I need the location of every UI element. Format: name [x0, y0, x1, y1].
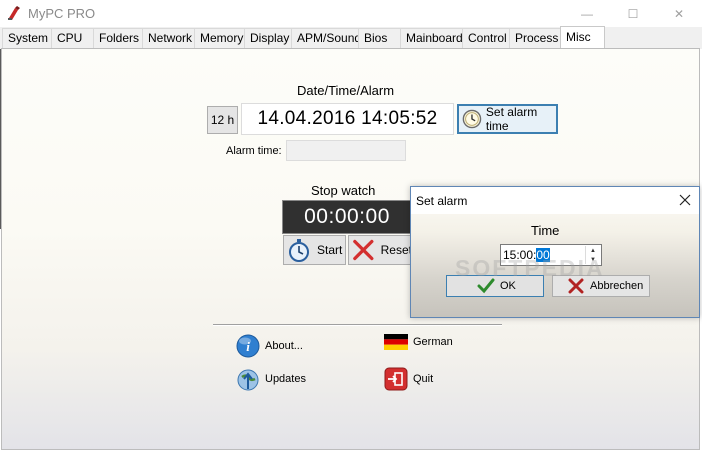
- divider: [213, 324, 502, 326]
- tab-strip: System CPU Folders Network Memory Displa…: [0, 26, 702, 49]
- stopwatch-heading: Stop watch: [311, 183, 376, 198]
- cancel-button[interactable]: Abbrechen: [552, 275, 650, 297]
- start-button[interactable]: Start: [283, 235, 346, 265]
- alarm-time-field: [286, 140, 406, 161]
- reset-label: Reset: [380, 243, 412, 257]
- checkmark-icon: [477, 278, 495, 294]
- set-alarm-button[interactable]: Set alarm time: [457, 104, 558, 134]
- minimize-icon: —: [581, 6, 593, 21]
- updates-label: Updates: [265, 373, 306, 385]
- dialog-title-bar: Set alarm: [411, 187, 699, 214]
- title-bar: MyPC PRO — ☐ ✕: [0, 0, 702, 27]
- dialog-close-icon[interactable]: [677, 192, 693, 208]
- stopwatch-icon: [289, 239, 309, 262]
- svg-text:i: i: [246, 339, 250, 354]
- clock-display: 14.04.2016 14:05:52: [241, 103, 454, 135]
- start-label: Start: [317, 243, 343, 257]
- reset-x-icon: [353, 239, 374, 261]
- minimize-button[interactable]: —: [564, 0, 610, 27]
- time-label: Time: [531, 223, 560, 238]
- tab-process[interactable]: Process: [509, 28, 561, 49]
- cancel-x-icon: [568, 278, 584, 294]
- close-button[interactable]: ✕: [656, 0, 702, 27]
- quit-label: Quit: [413, 373, 434, 385]
- app-icon: [8, 6, 20, 20]
- tab-bios[interactable]: Bios: [358, 28, 401, 49]
- set-alarm-dialog: Set alarm Time 15:00: 00 ▲ ▼ OK Abbrechen…: [410, 186, 700, 318]
- set-alarm-label: Set alarm time: [485, 105, 538, 133]
- updates-link[interactable]: Updates: [236, 367, 306, 391]
- language-label: German: [413, 336, 453, 348]
- ok-button[interactable]: OK: [446, 275, 544, 297]
- globe-update-icon: [237, 369, 259, 391]
- about-label: About...: [265, 340, 303, 352]
- tab-display[interactable]: Display: [244, 28, 292, 49]
- datetime-heading: Date/Time/Alarm: [297, 83, 395, 98]
- time-spin-input[interactable]: 15:00: 00 ▲ ▼: [500, 244, 602, 266]
- german-flag-icon: [384, 334, 408, 350]
- spin-up-icon[interactable]: ▲: [585, 246, 600, 255]
- time-value-selected: 00: [536, 248, 550, 262]
- maximize-button[interactable]: ☐: [610, 0, 656, 27]
- time-spinner[interactable]: ▲ ▼: [585, 246, 600, 264]
- exit-icon: [384, 367, 408, 391]
- ok-label: OK: [500, 280, 516, 292]
- time-value-prefix: 15:00:: [503, 248, 537, 262]
- dialog-title: Set alarm: [416, 194, 468, 208]
- tab-apm-sound[interactable]: APM/Sound: [291, 28, 359, 49]
- cancel-label: Abbrechen: [590, 280, 644, 292]
- tab-misc[interactable]: Misc: [560, 26, 605, 49]
- spin-down-icon[interactable]: ▼: [585, 255, 600, 264]
- close-icon: ✕: [673, 6, 685, 21]
- alarm-time-label: Alarm time:: [226, 145, 282, 157]
- tab-folders[interactable]: Folders: [93, 28, 143, 49]
- tab-network[interactable]: Network: [142, 28, 195, 49]
- about-link[interactable]: i About...: [236, 334, 303, 358]
- tab-control[interactable]: Control: [462, 28, 510, 49]
- stopwatch-display: 00:00:00: [282, 200, 412, 234]
- tab-system[interactable]: System: [2, 28, 52, 49]
- quit-link[interactable]: Quit: [384, 367, 433, 391]
- maximize-icon: ☐: [627, 6, 639, 21]
- alarm-clock-icon: [462, 109, 482, 129]
- tab-cpu[interactable]: CPU: [51, 28, 94, 49]
- tab-memory[interactable]: Memory: [194, 28, 245, 49]
- reset-button[interactable]: Reset: [348, 235, 413, 265]
- info-icon: i: [236, 334, 260, 358]
- tab-mainboard[interactable]: Mainboard: [400, 28, 463, 49]
- language-link[interactable]: German: [384, 334, 453, 350]
- 12h-toggle-button[interactable]: 12 h: [207, 106, 238, 134]
- window-title: MyPC PRO: [28, 6, 96, 21]
